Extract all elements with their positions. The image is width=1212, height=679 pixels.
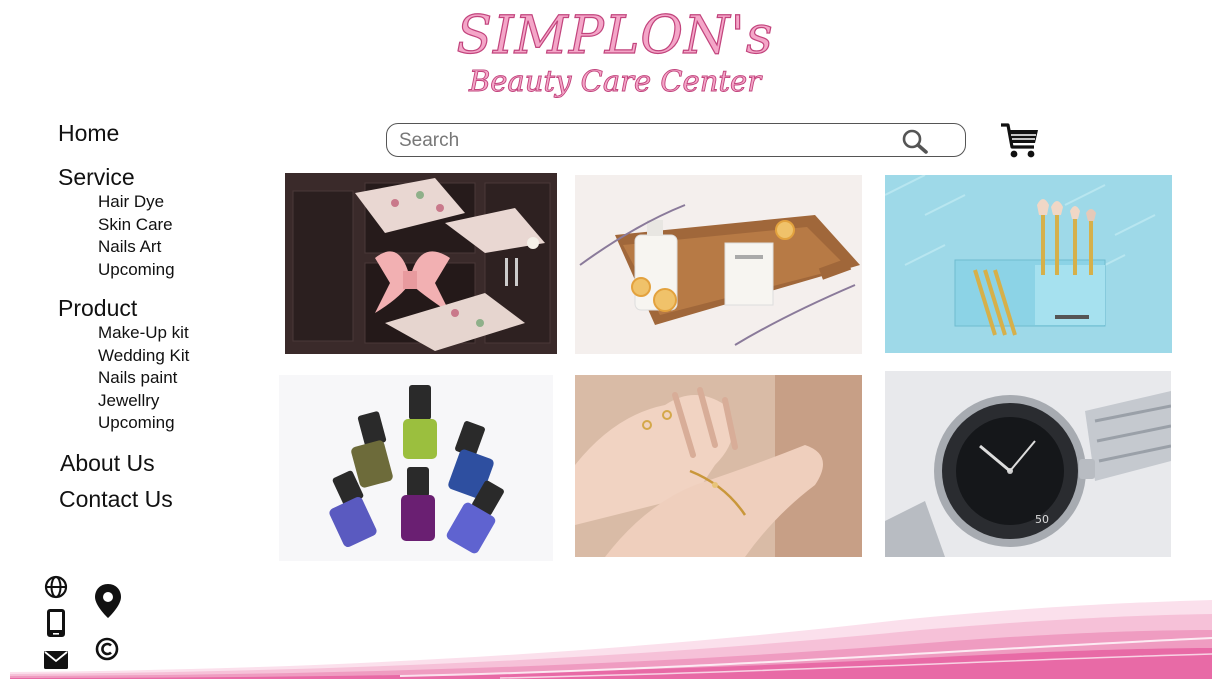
search-input[interactable] xyxy=(397,128,891,154)
gallery-tile-wedding-accessories[interactable] xyxy=(285,173,557,354)
gallery-tile-jewellery[interactable] xyxy=(575,375,862,557)
svg-text:50: 50 xyxy=(1035,513,1049,526)
nav-contact-us[interactable]: Contact Us xyxy=(59,486,258,513)
nav-about-us[interactable]: About Us xyxy=(60,450,258,477)
nav-service-hair-dye[interactable]: Hair Dye xyxy=(58,191,258,214)
nav-product-makeup-kit[interactable]: Make-Up kit xyxy=(58,322,258,345)
sidebar-nav: Home Service Hair Dye Skin Care Nails Ar… xyxy=(58,120,258,513)
search-icon[interactable] xyxy=(901,128,929,154)
search-bar xyxy=(386,123,966,157)
nav-service-skin-care[interactable]: Skin Care xyxy=(58,214,258,237)
nav-home[interactable]: Home xyxy=(58,120,258,147)
nav-product-upcoming[interactable]: Upcoming xyxy=(58,412,258,435)
gallery-tile-watch[interactable]: 50 xyxy=(885,371,1171,557)
brand-logo: SIMPLON's Beauty Care Center xyxy=(440,6,790,116)
gallery-tile-skin-care[interactable] xyxy=(575,175,862,354)
nav-service-upcoming[interactable]: Upcoming xyxy=(58,259,258,282)
gallery-tile-makeup-brushes[interactable] xyxy=(885,175,1172,353)
nav-product-nails-paint[interactable]: Nails paint xyxy=(58,367,258,390)
gallery-tile-nail-polish[interactable] xyxy=(279,375,553,561)
nav-product[interactable]: Product xyxy=(58,295,258,322)
brand-name: SIMPLON's xyxy=(456,6,774,66)
cart-icon[interactable] xyxy=(1000,121,1040,159)
nav-product-jewellry[interactable]: Jewellry xyxy=(58,390,258,413)
nav-service[interactable]: Service xyxy=(58,164,258,191)
nav-service-nails-art[interactable]: Nails Art xyxy=(58,236,258,259)
decorative-wave xyxy=(10,600,1212,679)
brand-tagline: Beauty Care Center xyxy=(468,64,762,99)
nav-product-wedding-kit[interactable]: Wedding Kit xyxy=(58,345,258,368)
